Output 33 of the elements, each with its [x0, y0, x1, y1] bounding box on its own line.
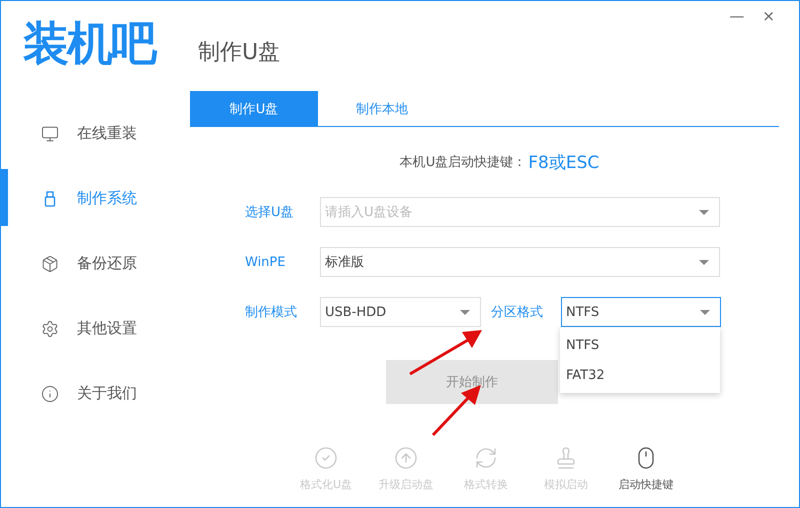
field-label: 选择U盘: [245, 204, 295, 221]
dropdown-field[interactable]: 标准版: [320, 247, 720, 277]
dropdown-field[interactable]: USB-HDD: [320, 297, 481, 327]
hotkey-label: 本机U盘启动快捷键：: [400, 154, 526, 171]
page-title: 制作U盘: [197, 39, 282, 67]
monitor-icon: [41, 124, 59, 142]
info-icon: [41, 384, 59, 402]
refresh-icon: [474, 446, 498, 470]
field-label: WinPE: [245, 254, 286, 270]
caret-icon: [700, 310, 710, 314]
caret-icon: [699, 210, 709, 214]
tab[interactable]: 制作U盘: [190, 91, 318, 126]
sidebar-item[interactable]: 制作系统: [1, 166, 190, 231]
tool-button[interactable]: 启动快捷键: [606, 446, 686, 492]
up-arrow-circle-icon: [394, 446, 418, 470]
logo: 装机吧: [22, 15, 158, 72]
field-label: 分区格式: [491, 304, 544, 321]
close-button[interactable]: ×: [758, 7, 779, 25]
settings-icon: [41, 320, 59, 338]
box-icon: [41, 254, 59, 272]
hotkey-value: F8或ESC: [528, 152, 600, 174]
minimize-button[interactable]: —: [725, 7, 748, 25]
dropdown-option[interactable]: NTFS: [560, 330, 720, 360]
sidebar-item[interactable]: 关于我们: [1, 361, 190, 426]
dropdown-option[interactable]: FAT32: [560, 360, 720, 390]
sidebar-item[interactable]: 其他设置: [1, 296, 190, 361]
caret-icon: [699, 260, 709, 264]
check-circle-icon: [314, 446, 338, 470]
tab[interactable]: 制作本地: [318, 91, 446, 126]
sidebar-item[interactable]: 备份还原: [1, 231, 190, 296]
sidebar-item[interactable]: 在线重装: [1, 101, 190, 166]
caret-icon: [460, 310, 470, 314]
field-label: 制作模式: [245, 304, 298, 321]
